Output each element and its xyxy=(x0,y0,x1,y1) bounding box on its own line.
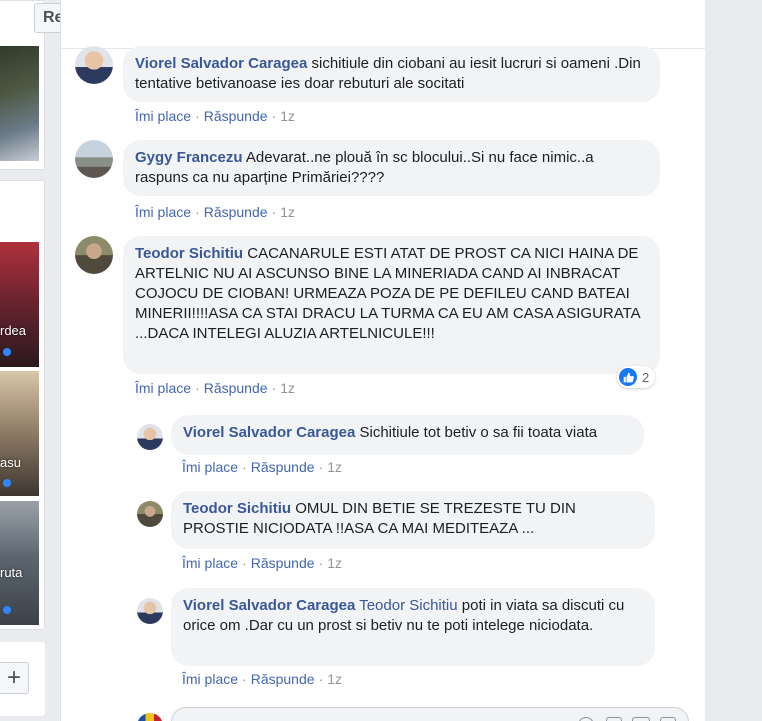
timestamp[interactable]: 1z xyxy=(327,555,342,571)
separator: · xyxy=(318,459,324,475)
reaction-count[interactable]: 2 xyxy=(617,366,656,388)
comment-actions: Îmi place · Răspunde · 1z xyxy=(135,108,295,124)
reply-link[interactable]: Răspunde xyxy=(251,671,315,687)
sidebar-story-label: ruta xyxy=(0,565,23,580)
separator: · xyxy=(318,671,324,687)
separator: · xyxy=(242,555,247,571)
avatar[interactable] xyxy=(137,501,163,527)
reply-text: Sichitiule tot betiv o sa fii toata viat… xyxy=(359,424,598,441)
avatar[interactable] xyxy=(75,46,113,84)
reply-link[interactable]: Răspunde xyxy=(204,108,268,124)
like-link[interactable]: Îmi place xyxy=(182,671,238,687)
sidebar-story-label: asu xyxy=(0,455,21,470)
avatar[interactable] xyxy=(137,598,163,624)
reply-input[interactable] xyxy=(171,707,689,721)
reply-link[interactable]: Răspunde xyxy=(204,380,268,396)
sidebar-story-1[interactable]: rdea xyxy=(0,242,39,367)
timestamp[interactable]: 1z xyxy=(280,204,295,220)
reply-bubble: Viorel Salvador Caragea Sichitiule tot b… xyxy=(171,415,644,455)
separator: · xyxy=(271,380,277,396)
reply-author[interactable]: Viorel Salvador Caragea xyxy=(183,424,355,441)
left-sidebar: e rdea asu ruta + xyxy=(0,0,45,721)
camera-icon[interactable] xyxy=(606,717,622,721)
timestamp[interactable]: 1z xyxy=(280,108,295,124)
sidebar-card-stories: rdea asu ruta xyxy=(0,180,45,630)
thumbs-up-icon xyxy=(619,368,637,386)
reply-author[interactable]: Teodor Sichitiu xyxy=(183,500,291,517)
separator: · xyxy=(242,459,247,475)
like-link[interactable]: Îmi place xyxy=(135,204,191,220)
reply-link[interactable]: Răspunde xyxy=(251,459,315,475)
like-link[interactable]: Îmi place xyxy=(135,108,191,124)
sticker-icon[interactable] xyxy=(660,717,676,721)
reply-actions: Îmi place · Răspunde · 1z xyxy=(182,555,342,571)
timestamp[interactable]: 1z xyxy=(280,380,295,396)
comment-bubble: Viorel Salvador Caragea sichitiule din c… xyxy=(123,46,660,102)
page-root: { "filters": { "partial_label": "e", "re… xyxy=(0,0,762,721)
add-button[interactable]: + xyxy=(0,662,29,694)
reaction-count-value: 2 xyxy=(642,369,650,385)
comment-actions: Îmi place · Răspunde · 1z xyxy=(135,380,295,396)
reply-bubble: Teodor Sichitiu OMUL DIN BETIE SE TREZES… xyxy=(171,491,655,549)
timestamp[interactable]: 1z xyxy=(327,671,342,687)
reply-actions: Îmi place · Răspunde · 1z xyxy=(182,671,342,687)
status-dot xyxy=(3,606,11,614)
comment-author[interactable]: Viorel Salvador Caragea xyxy=(135,55,307,72)
timestamp[interactable]: 1z xyxy=(327,459,342,475)
avatar[interactable] xyxy=(137,424,163,450)
status-dot xyxy=(3,348,11,356)
reply-link[interactable]: Răspunde xyxy=(204,204,268,220)
reply-actions: Îmi place · Răspunde · 1z xyxy=(182,459,342,475)
sidebar-story-2[interactable]: asu xyxy=(0,371,39,496)
separator: · xyxy=(271,108,277,124)
reply-author[interactable]: Viorel Salvador Caragea xyxy=(183,597,355,614)
comment-author[interactable]: Teodor Sichitiu xyxy=(135,245,243,262)
emoji-icon[interactable] xyxy=(578,717,594,721)
avatar[interactable] xyxy=(75,236,113,274)
sidebar-story-3[interactable]: ruta xyxy=(0,501,39,625)
comment-actions: Îmi place · Răspunde · 1z xyxy=(135,204,295,220)
separator: · xyxy=(195,108,200,124)
comments-panel: Viorel Salvador Caragea sichitiule din c… xyxy=(60,0,705,721)
gif-icon[interactable] xyxy=(632,717,650,721)
separator: · xyxy=(271,204,277,220)
sidebar-thumbnail[interactable] xyxy=(0,46,39,161)
avatar xyxy=(137,713,163,721)
separator: · xyxy=(195,204,200,220)
avatar[interactable] xyxy=(75,140,113,178)
separator: · xyxy=(318,555,324,571)
like-link[interactable]: Îmi place xyxy=(182,459,238,475)
comment-bubble: Teodor Sichitiu CACANARULE ESTI ATAT DE … xyxy=(123,236,660,374)
reply-link[interactable]: Răspunde xyxy=(251,555,315,571)
comment-author[interactable]: Gygy Francezu xyxy=(135,149,243,166)
like-link[interactable]: Îmi place xyxy=(135,380,191,396)
right-gutter xyxy=(705,0,762,721)
reply-bubble: Viorel Salvador Caragea Teodor Sichitiu … xyxy=(171,588,655,666)
separator: · xyxy=(195,380,200,396)
separator: · xyxy=(242,671,247,687)
comment-bubble: Gygy Francezu Adevarat..ne plouă în sc b… xyxy=(123,140,660,196)
status-dot xyxy=(3,479,11,487)
mention-link[interactable]: Teodor Sichitiu xyxy=(359,597,457,614)
like-link[interactable]: Îmi place xyxy=(182,555,238,571)
sidebar-story-label: rdea xyxy=(0,323,27,338)
